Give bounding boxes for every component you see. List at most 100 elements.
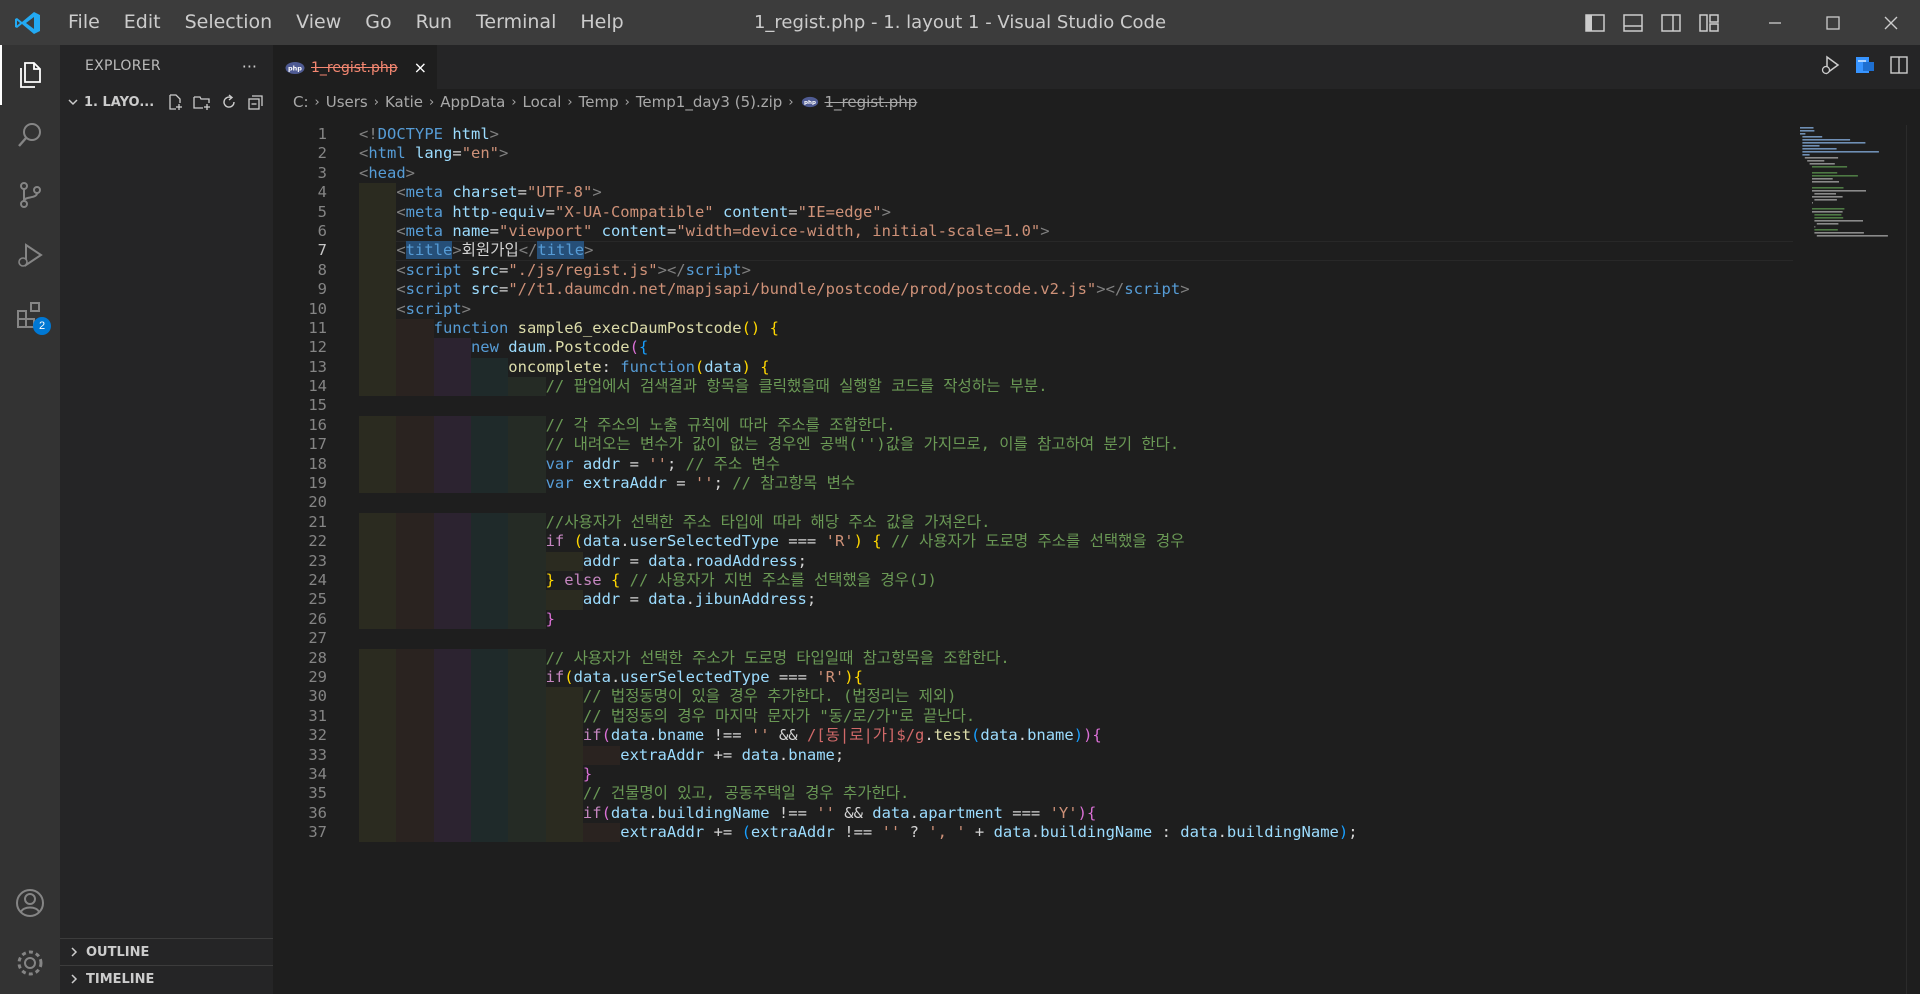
line-number: 28	[308, 648, 327, 667]
code-line[interactable]: 17 // 내려오는 변수가 값이 없는 경우엔 공백('')값을 가지므로, 이…	[273, 435, 1793, 455]
accounts-icon[interactable]	[0, 873, 60, 933]
code-line[interactable]: 15	[273, 396, 1793, 415]
workspace-folder[interactable]: 1. LAYO...	[60, 87, 273, 117]
breadcrumb-item[interactable]: AppData	[440, 93, 505, 111]
code-line[interactable]: 28 // 사용자가 선택한 주소가 도로명 타입일때 참고항목을 조합한다.	[273, 648, 1793, 668]
open-preview-icon[interactable]	[1854, 54, 1876, 80]
code-line[interactable]: 27	[273, 629, 1793, 648]
menu-edit[interactable]: Edit	[112, 0, 173, 45]
code-text: // 법정동명이 있을 경우 추가한다. (법정리는 제외)	[582, 687, 957, 706]
code-text: <meta charset="UTF-8">	[396, 183, 602, 202]
code-line[interactable]: 37 extraAddr += (extraAddr !== '' ? ', ' …	[273, 823, 1793, 843]
code-line[interactable]: 34}	[273, 764, 1793, 785]
code-line[interactable]: 10 <script>	[273, 299, 1793, 319]
line-number: 4	[317, 183, 327, 202]
code-line[interactable]: 30 // 법정동명이 있을 경우 추가한다. (법정리는 제외)	[273, 687, 1793, 707]
breadcrumb-item[interactable]: Users	[326, 93, 368, 111]
code-line[interactable]: 18 var addr = ''; // 주소 변수	[273, 454, 1793, 475]
code-line[interactable]: 14 // 팝업에서 검색결과 항목을 클릭했을때 실행할 코드를 작성하는 부분…	[273, 377, 1793, 397]
maximize-icon[interactable]	[1804, 0, 1862, 45]
close-window-icon[interactable]	[1862, 0, 1920, 45]
code-line[interactable]: 35 // 건물명이 있고, 공동주택일 경우 추가한다.	[273, 784, 1793, 804]
new-folder-icon[interactable]	[191, 91, 213, 113]
code-text: <script src="//t1.daumcdn.net/mapjsapi/b…	[396, 280, 1190, 299]
breadcrumb-item[interactable]: Temp	[579, 93, 619, 111]
vertical-scrollbar[interactable]	[1906, 125, 1920, 994]
search-icon[interactable]	[0, 105, 60, 165]
menu-go[interactable]: Go	[353, 0, 403, 45]
code-line[interactable]: 16 // 각 주소의 노출 규칙에 따라 주소를 조합한다.	[273, 415, 1793, 436]
menu-help[interactable]: Help	[568, 0, 635, 45]
customize-layout-icon[interactable]	[1690, 0, 1728, 45]
code-line[interactable]: 32 if(data.bname !== '' && /[동|로|가]$/g.te…	[273, 726, 1793, 746]
split-editor-icon[interactable]	[1888, 54, 1910, 80]
code-line[interactable]: 26}	[273, 609, 1793, 630]
toggle-secondary-sidebar-icon[interactable]	[1652, 0, 1690, 45]
code-text: <script src="./js/regist.js"></script>	[396, 260, 751, 279]
code-line[interactable]: 29 if(data.userSelectedType === 'R'){	[273, 667, 1793, 688]
refresh-icon[interactable]	[218, 91, 240, 113]
breadcrumb-file[interactable]: 1_regist.php	[825, 93, 918, 111]
menu-selection[interactable]: Selection	[173, 0, 285, 45]
code-line[interactable]: 25 addr = data.jibunAddress;	[273, 590, 1793, 610]
code-line[interactable]: 19 var extraAddr = ''; // 참고항목 변수	[273, 474, 1793, 494]
run-debug-icon[interactable]	[0, 225, 60, 285]
breadcrumb-separator-icon: ›	[511, 94, 517, 110]
minimize-icon[interactable]	[1746, 0, 1804, 45]
timeline-section[interactable]: TIMELINE	[60, 965, 273, 992]
breadcrumb-item[interactable]: Temp1_day3 (5).zip	[636, 93, 783, 111]
code-line[interactable]: 31 // 법정동의 경우 마지막 문자가 "동/로/가"로 끝난다.	[273, 706, 1793, 727]
code-line[interactable]: 3 <head>	[273, 164, 1793, 183]
outline-section[interactable]: OUTLINE	[60, 938, 273, 965]
menu-view[interactable]: View	[284, 0, 353, 45]
code-line[interactable]: 21 //사용자가 선택한 주소 타입에 따라 해당 주소 값을 가져온다.	[273, 512, 1793, 533]
menu-file[interactable]: File	[56, 0, 112, 45]
code-line[interactable]: 6 <meta name="viewport" content="width=de…	[273, 221, 1793, 242]
breadcrumb-item[interactable]: Katie	[385, 93, 423, 111]
new-file-icon[interactable]	[164, 91, 186, 113]
manage-gear-icon[interactable]	[0, 933, 60, 993]
extensions-icon[interactable]: 2	[0, 285, 60, 345]
code-text: <script>	[396, 299, 471, 318]
minimap-line	[1809, 163, 1835, 165]
code-text: <meta name="viewport" content="width=dev…	[396, 221, 1050, 240]
breadcrumb-item[interactable]: C:	[293, 93, 309, 111]
code-text: <head>	[359, 163, 416, 182]
line-number: 11	[308, 318, 327, 337]
menu-terminal[interactable]: Terminal	[464, 0, 568, 45]
more-actions-icon[interactable]: ···	[242, 57, 257, 76]
code-line[interactable]: 12 new daum.Postcode({	[273, 338, 1793, 358]
explorer-icon[interactable]	[0, 45, 60, 105]
code-line[interactable]: 13 oncomplete: function(data) {	[273, 357, 1793, 378]
toggle-primary-sidebar-icon[interactable]	[1576, 0, 1614, 45]
minimap[interactable]	[1796, 125, 1906, 305]
source-control-icon[interactable]	[0, 165, 60, 225]
code-line[interactable]: 7 <title>회원가입</title>	[273, 241, 1793, 261]
line-number: 14	[308, 377, 327, 396]
code-line[interactable]: 1 <!DOCTYPE html>	[273, 125, 1793, 144]
close-tab-icon[interactable]: ×	[414, 58, 427, 77]
code-line[interactable]: 5 <meta http-equiv="X-UA-Compatible" cont…	[273, 202, 1793, 222]
code-line[interactable]: 33 extraAddr += data.bname;	[273, 745, 1793, 765]
run-file-icon[interactable]	[1820, 54, 1842, 80]
code-line[interactable]: 11 function sample6_execDaumPostcode() {	[273, 318, 1793, 339]
code-text: <html lang="en">	[359, 144, 509, 163]
code-editor[interactable]: 1 <!DOCTYPE html> 2 <html lang="en"> 3 <head>…	[273, 125, 1793, 994]
breadcrumb-item[interactable]: Local	[523, 93, 562, 111]
menu-run[interactable]: Run	[404, 0, 464, 45]
code-line[interactable]: 20	[273, 493, 1793, 512]
minimap-line	[1800, 127, 1814, 129]
tab-1-regist-php[interactable]: php 1_regist.php ×	[273, 45, 438, 89]
code-line[interactable]: 36 if(data.buildingName !== '' && data.ap…	[273, 803, 1793, 824]
code-line[interactable]: 23 addr = data.roadAddress;	[273, 551, 1793, 571]
breadcrumb: C: › Users › Katie › AppData › Local › Temp › Temp1_…	[273, 89, 1920, 115]
code-line[interactable]: 8 <script src="./js/regist.js"></script>	[273, 260, 1793, 281]
code-line[interactable]: 22 if (data.userSelectedType === 'R') { /…	[273, 532, 1793, 552]
code-line[interactable]: 2 <html lang="en">	[273, 144, 1793, 163]
collapse-all-icon[interactable]	[245, 91, 267, 113]
minimap-line	[1800, 130, 1815, 132]
code-line[interactable]: 24} else { // 사용자가 지번 주소를 선택했을 경우(J)	[273, 570, 1793, 591]
toggle-panel-icon[interactable]	[1614, 0, 1652, 45]
code-line[interactable]: 4 <meta charset="UTF-8">	[273, 183, 1793, 203]
code-line[interactable]: 9 <script src="//t1.daumcdn.net/mapjsapi/…	[273, 280, 1793, 300]
